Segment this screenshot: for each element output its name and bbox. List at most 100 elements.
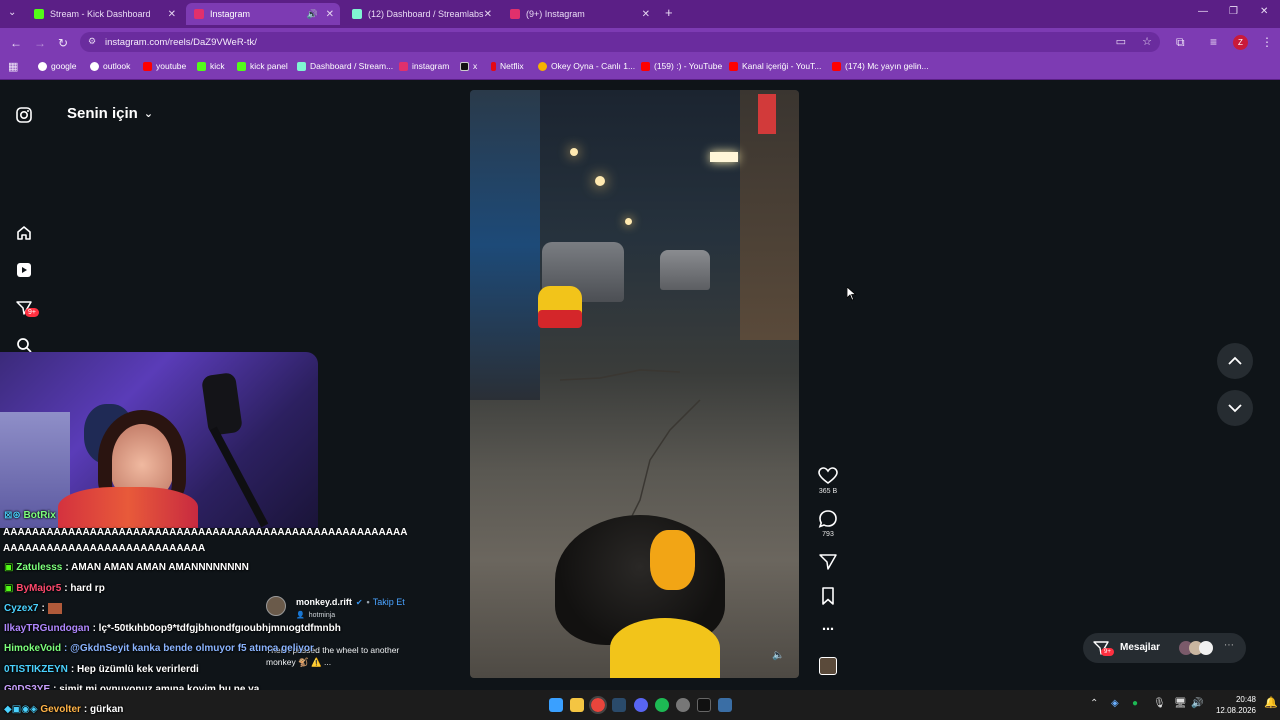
comment-icon[interactable] xyxy=(818,510,838,528)
next-reel-button[interactable] xyxy=(1217,390,1253,426)
more-options-icon[interactable]: ⋯ xyxy=(818,622,838,636)
url-input[interactable]: ⚙ instagram.com/reels/DaZ9VWeR-tk/ ▭ ☆ xyxy=(80,32,1160,52)
new-tab-plus-icon[interactable]: + xyxy=(665,5,673,20)
tray-chevron-up-icon[interactable]: ⌃ xyxy=(1090,698,1098,709)
bookmark-outlook[interactable]: outlook xyxy=(90,61,130,71)
chrome-icon[interactable] xyxy=(589,696,607,714)
mute-audio-icon[interactable]: 🔈 xyxy=(772,650,784,661)
microphone-icon[interactable]: 🎙 xyxy=(1153,698,1166,709)
streamer-shirt xyxy=(58,487,198,528)
audio-name: hotminja xyxy=(308,611,336,619)
media-control-icon[interactable]: ≡ xyxy=(1210,35,1217,49)
messages-button[interactable]: 9+ Mesajlar ⋯ xyxy=(1083,633,1246,663)
bookmark-netflix[interactable]: Netflix xyxy=(491,61,524,71)
tab-instagram[interactable]: Instagram 🔊 ✕ xyxy=(186,3,340,25)
bookmark-streamlabs[interactable]: Dashboard / Stream... xyxy=(297,61,393,71)
obs-icon[interactable] xyxy=(676,698,690,712)
minimize-icon[interactable]: — xyxy=(1198,6,1208,17)
steam-app-icon[interactable] xyxy=(718,698,732,712)
bookmark-kanal[interactable]: Kanal içeriği - YouT... xyxy=(729,61,821,71)
extensions-puzzle-icon[interactable]: ⧉ xyxy=(1176,35,1185,50)
close-icon[interactable]: ✕ xyxy=(326,9,334,20)
spotify-icon[interactable] xyxy=(655,698,669,712)
bookmark-x[interactable]: x xyxy=(460,61,477,71)
chat-text: : gürkan xyxy=(83,704,124,715)
chat-line: ◆▣◉◈ Gevolter: gürkan xyxy=(4,704,123,715)
tab-instagram-notifications[interactable]: (9+) Instagram ✕ xyxy=(502,3,656,25)
tab-search-chevron-icon[interactable]: ⌄ xyxy=(8,7,16,18)
star-bookmark-icon[interactable]: ☆ xyxy=(1142,35,1152,48)
forward-arrow-icon[interactable]: → xyxy=(34,36,46,50)
previous-reel-button[interactable] xyxy=(1217,343,1253,379)
notifications-bell-icon[interactable]: 🔔 xyxy=(1264,696,1278,709)
tiktok-icon[interactable] xyxy=(697,698,711,712)
bookmark-youtube-159[interactable]: (159) :) - YouTube xyxy=(641,61,722,71)
chat-text: : lç*-50tkıhb0op9*tdfgjbhıondfgıoubhjmnı… xyxy=(92,623,341,634)
browser-toolbar: ← → ↻ ⚙ instagram.com/reels/DaZ9VWeR-tk/… xyxy=(0,28,1280,56)
apps-grid-icon[interactable]: ▦ xyxy=(8,60,18,73)
window-close-icon[interactable]: ✕ xyxy=(1260,6,1268,17)
author-username[interactable]: monkey.d.rift xyxy=(296,597,352,607)
tab-streamlabs[interactable]: (12) Dashboard / Streamlabs ✕ xyxy=(344,3,498,25)
steam-icon[interactable] xyxy=(612,698,626,712)
microphone xyxy=(200,371,244,437)
clock-date: 12.08.2026 xyxy=(1215,706,1256,715)
bookmark-okey[interactable]: Okey Oyna - Canlı 1... xyxy=(538,61,635,71)
follow-button[interactable]: Takip Et xyxy=(373,597,405,607)
audio-attribution[interactable]: 👤 hotminja xyxy=(296,611,336,620)
feed-selector[interactable]: Senin için ⌄ xyxy=(67,105,153,122)
tray-steam-icon[interactable]: ◈ xyxy=(1111,698,1119,709)
bookmark-kick[interactable]: kick xyxy=(197,61,225,71)
chat-line: 0TISTIKZEYN: Hep üzümlü kek verirlerdi xyxy=(4,664,199,675)
audio-thumbnail[interactable] xyxy=(819,657,837,675)
windows-start-icon[interactable] xyxy=(549,698,563,712)
volume-icon[interactable]: 🔊 xyxy=(1191,698,1203,709)
site-info-icon[interactable]: ⚙ xyxy=(88,36,96,47)
bookmark-instagram[interactable]: instagram xyxy=(399,61,449,71)
reels-icon[interactable] xyxy=(15,261,33,279)
bookmark-label: x xyxy=(473,61,478,71)
speaker-icon[interactable]: 🔊 xyxy=(307,9,318,20)
save-bookmark-icon[interactable] xyxy=(818,587,838,605)
feed-title: Senin için xyxy=(67,105,138,122)
cast-icon[interactable]: ▭ xyxy=(1116,35,1126,48)
tab-kick-dashboard[interactable]: Stream - Kick Dashboard ✕ xyxy=(26,3,182,25)
reload-icon[interactable]: ↻ xyxy=(58,36,68,50)
tab-title: Instagram xyxy=(210,9,251,19)
back-arrow-icon[interactable]: ← xyxy=(10,36,22,50)
reel-video[interactable]: 🔈 xyxy=(470,90,799,678)
clock[interactable]: 20:48 12.08.2026 xyxy=(1208,694,1256,716)
author-info: monkey.d.rift ✔ • Takip Et xyxy=(296,597,405,607)
share-send-icon[interactable] xyxy=(818,553,838,571)
tray-app-icon[interactable]: ● xyxy=(1132,698,1138,709)
profile-avatar[interactable]: Z xyxy=(1233,35,1248,50)
streamlabs-icon xyxy=(297,61,306,71)
browser-tab-bar: ⌄ Stream - Kick Dashboard ✕ Instagram 🔊 … xyxy=(0,0,1280,28)
bookmark-label: Dashboard / Stream... xyxy=(310,61,394,71)
close-icon[interactable]: ✕ xyxy=(484,9,492,20)
bookmark-google[interactable]: google xyxy=(38,61,77,71)
bookmark-label: (159) :) - YouTube xyxy=(654,61,723,71)
home-icon[interactable] xyxy=(15,224,33,242)
bookmark-youtube[interactable]: youtube xyxy=(143,61,186,71)
close-icon[interactable]: ✕ xyxy=(168,9,176,20)
kick-icon xyxy=(237,61,246,71)
instagram-logo-icon[interactable] xyxy=(15,106,33,124)
bookmark-kick-panel[interactable]: kick panel xyxy=(237,61,288,71)
chevron-down-icon xyxy=(1228,404,1242,413)
mic-arm xyxy=(209,426,269,528)
file-explorer-icon[interactable] xyxy=(570,698,584,712)
tab-title: (12) Dashboard / Streamlabs xyxy=(368,9,484,19)
more-menu-icon[interactable]: ⋮ xyxy=(1261,35,1273,49)
bookmarks-bar: ▦ google outlook youtube kick kick panel… xyxy=(0,56,1280,80)
like-heart-icon[interactable] xyxy=(818,467,838,485)
bookmark-label: Netflix xyxy=(500,61,524,71)
bookmark-mc-yayin[interactable]: (174) Mc yayın gelin... xyxy=(832,61,929,71)
author-avatar[interactable] xyxy=(266,596,286,616)
chat-username: Zatulesss xyxy=(16,562,63,573)
parked-car xyxy=(660,250,710,290)
maximize-icon[interactable]: ❐ xyxy=(1229,6,1238,17)
close-icon[interactable]: ✕ xyxy=(642,9,650,20)
discord-icon[interactable] xyxy=(634,698,648,712)
network-icon[interactable]: 🖥 xyxy=(1174,698,1187,709)
